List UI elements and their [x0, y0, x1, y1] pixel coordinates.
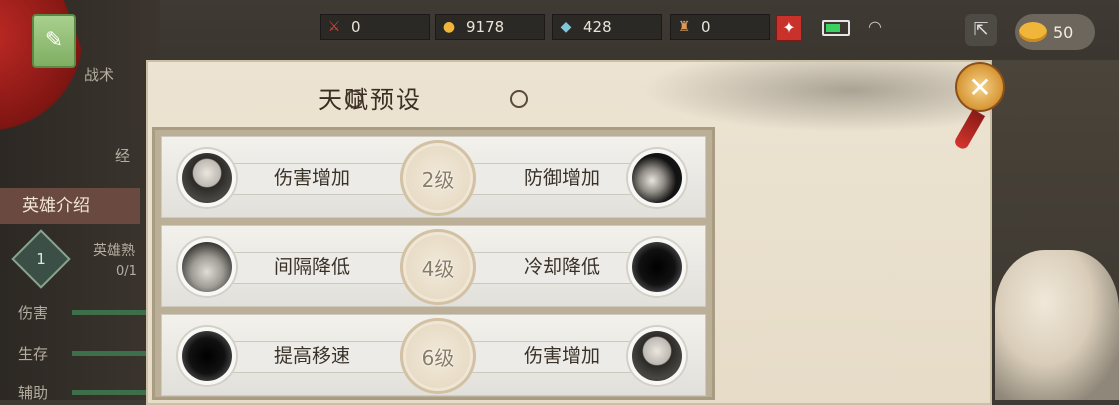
talent-row-3[interactable]: 提高移速 6级 伤害增加 — [161, 314, 706, 396]
stat-damage-bar — [72, 310, 152, 315]
talent-left-label: 间隔降低 — [273, 256, 350, 278]
plus-icon[interactable]: ✦ — [776, 15, 802, 41]
stat-damage-label: 伤害 — [18, 304, 49, 322]
stat-survival-bar — [72, 351, 152, 356]
hero-damage-icon — [632, 331, 682, 381]
talent-right-label: 冷却降低 — [523, 256, 600, 278]
resource-sword: ⚔ 0 — [320, 14, 430, 40]
black-hole-speed-icon — [182, 331, 232, 381]
share-icon[interactable]: ⇱ — [965, 14, 997, 46]
exp-label: 经 — [115, 147, 131, 165]
ghost-interval-icon — [182, 242, 232, 292]
talent-right-icon — [626, 147, 688, 209]
talent-row-1[interactable]: 伤害增加 2级 防御增加 — [161, 136, 706, 218]
talent-right-label: 防御增加 — [523, 167, 600, 189]
resource-tower: ♜ 0 — [670, 14, 770, 40]
talent-left-icon — [176, 236, 238, 298]
talent-right-icon — [626, 236, 688, 298]
dialog-title: 天赋预设 — [318, 86, 422, 114]
hero-proficiency-label: 英雄熟 — [93, 243, 135, 259]
talent-left-label: 伤害增加 — [273, 167, 350, 189]
talent-right-icon — [626, 325, 688, 387]
coin-balance[interactable]: 50 — [1015, 14, 1095, 50]
stat-support-bar — [72, 390, 152, 395]
resource-gem: ◆ 428 — [552, 14, 662, 40]
resource-gold: ● 9178 — [435, 14, 545, 40]
resource-bar: ⚔ 0 ● 9178 ◆ 428 ♜ 0 ✦ ◠ ⇱ 50 — [0, 0, 1119, 55]
hero-damage-icon — [182, 153, 232, 203]
hero-defense-icon — [632, 153, 682, 203]
wifi-icon: ◠ — [868, 17, 882, 36]
gem-icon: ◆ — [560, 19, 572, 35]
gold-icon: ● — [442, 19, 456, 35]
battery-icon — [822, 20, 850, 36]
talent-level: 4级 — [421, 257, 455, 281]
talent-right-label: 伤害增加 — [523, 345, 600, 367]
hero-portrait — [995, 250, 1119, 400]
talent-left-icon — [176, 325, 238, 387]
title-ornament-right — [510, 90, 528, 108]
branch-decoration — [640, 62, 990, 132]
sword-icon: ⚔ — [327, 19, 341, 35]
stat-survival-label: 生存 — [18, 345, 49, 363]
hero-level-value: 1 — [36, 250, 46, 268]
talent-level: 6级 — [421, 346, 455, 370]
tower-icon: ♜ — [677, 19, 691, 35]
talent-level-seal: 6级 — [400, 318, 476, 394]
talent-row-2[interactable]: 间隔降低 4级 冷却降低 — [161, 225, 706, 307]
resource-gold-value: 9178 — [466, 18, 505, 36]
tab-hero-intro[interactable]: 英雄介绍 — [0, 188, 140, 224]
talent-left-icon — [176, 147, 238, 209]
coin-value: 50 — [1053, 22, 1074, 42]
tactics-label: 战术 — [84, 66, 115, 84]
talent-level: 2级 — [421, 168, 455, 192]
talent-level-seal: 4级 — [400, 229, 476, 305]
black-hole-cooldown-icon — [632, 242, 682, 292]
close-icon[interactable]: ✕ — [955, 62, 1005, 112]
talent-left-label: 提高移速 — [273, 345, 350, 367]
talent-list: 伤害增加 2级 防御增加 间隔降低 4级 冷却降低 提高移速 6级 伤害增加 — [152, 127, 715, 400]
resource-tower-value: 0 — [701, 18, 711, 36]
proficiency-value: 0/1 — [116, 264, 137, 279]
resource-sword-value: 0 — [351, 18, 361, 36]
talent-level-seal: 2级 — [400, 140, 476, 216]
coin-icon — [1019, 22, 1047, 42]
resource-gem-value: 428 — [583, 18, 612, 36]
